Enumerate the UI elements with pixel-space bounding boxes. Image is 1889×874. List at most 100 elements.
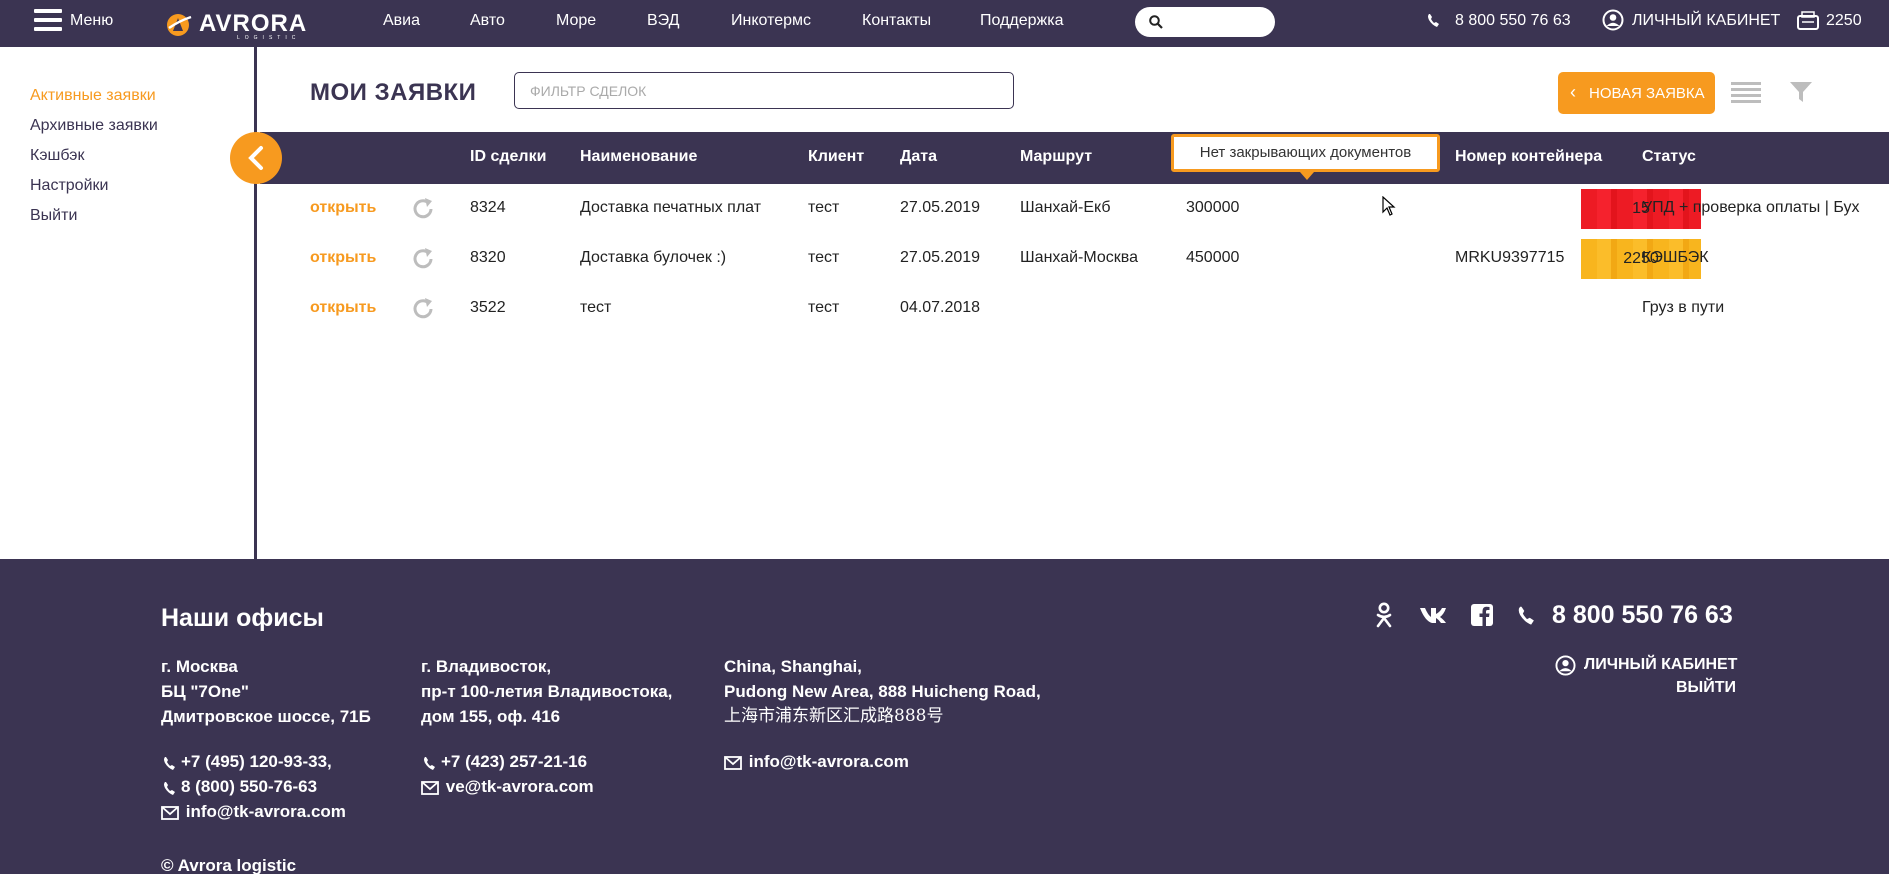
chevron-left-icon [248,146,263,170]
top-bar: Меню AVRORA LOGISTIC Авиа Авто Море ВЭД … [0,0,1889,47]
open-order-link[interactable]: открыть [310,199,376,217]
order-sum: 300000 [1186,199,1240,216]
refresh-icon[interactable] [410,196,436,222]
table-row: открыть 8320 Доставка булочек :) тест 27… [260,234,1889,284]
header-cashback-value[interactable]: 2250 [1826,12,1862,30]
user-icon [1602,9,1624,31]
column-header-id[interactable]: ID сделки [470,148,546,166]
open-order-link[interactable]: открыть [310,249,376,267]
nav-item-support[interactable]: Поддержка [980,12,1063,30]
order-client: тест [808,299,840,316]
office-email[interactable]: ve@tk-avrora.com [446,777,594,796]
phone-icon [424,756,435,770]
deal-filter-input[interactable] [514,72,1014,109]
order-status: УПД + проверка оплаты | Бух [1642,199,1860,216]
mouse-cursor-icon [1382,196,1396,216]
header-phone[interactable]: 8 800 550 76 63 [1455,12,1571,30]
odnoklassniki-icon[interactable] [1375,602,1393,628]
page-title: МОИ ЗАЯВКИ [310,79,477,106]
office-moscow: г. Москва БЦ "7One" Дмитровское шоссе, 7… [161,654,371,824]
office-email[interactable]: info@tk-avrora.com [749,752,909,771]
logo[interactable]: AVRORA LOGISTIC [165,9,325,41]
table-row: открыть 8324 Доставка печатных плат тест… [260,184,1889,234]
office-phone[interactable]: 8 (800) 550-76-63 [181,777,317,796]
vk-icon[interactable] [1419,606,1447,624]
footer-logout-link[interactable]: ВЫЙТИ [1676,679,1736,697]
order-route: Шанхай-Москва [1020,249,1139,266]
office-vladivostok: г. Владивосток, пр-т 100-летия Владивост… [421,654,672,799]
search-input[interactable] [1171,12,1267,32]
container-number: MRKU9397715 [1455,249,1565,266]
office-phone[interactable]: +7 (495) 120-93-33, [181,752,332,771]
new-order-button-label: НОВАЯ ЗАЯВКА [1589,85,1705,102]
office-address-line: БЦ "7One" [161,682,249,701]
order-date: 27.05.2019 [900,249,981,266]
sidebar-collapse-button[interactable] [230,132,282,184]
column-header-name[interactable]: Наименование [580,148,697,166]
office-email[interactable]: info@tk-avrora.com [186,802,346,821]
order-id: 8324 [470,199,506,216]
footer: Наши офисы г. Москва БЦ "7One" Дмитровск… [0,559,1889,874]
office-address-line: пр-т 100-летия Владивостока, [421,682,673,701]
column-header-route[interactable]: Маршрут [1020,148,1092,166]
table-header: ID сделки Наименование Клиент Дата Маршр… [260,132,1889,184]
nav-item-contacts[interactable]: Контакты [862,12,931,30]
office-phone[interactable]: +7 (423) 257-21-16 [441,752,587,771]
search-icon [1149,15,1163,29]
tooltip-arrow [1300,172,1314,180]
facebook-icon[interactable] [1471,604,1493,626]
order-name: Доставка булочек :) [580,249,727,266]
nav-item-avia[interactable]: Авиа [383,12,420,30]
hamburger-menu-icon[interactable] [34,9,62,33]
sidebar-item-active-orders[interactable]: Активные заявки [30,87,156,105]
nav-item-avto[interactable]: Авто [470,12,505,30]
refresh-icon[interactable] [410,246,436,272]
table-row: открыть 3522 тест тест 04.07.2018 Груз в… [260,284,1889,334]
nav-item-ved[interactable]: ВЭД [647,12,679,30]
office-shanghai: China, Shanghai, Pudong New Area, 888 Hu… [724,654,1041,774]
footer-phone[interactable]: 8 800 550 76 63 [1552,601,1733,630]
header-cabinet-link[interactable]: ЛИЧНЫЙ КАБИНЕТ [1632,12,1780,30]
logo-text: AVRORA [199,10,308,37]
user-icon [1555,655,1576,676]
filter-funnel-icon[interactable] [1789,80,1813,104]
office-address-line: Дмитровское шоссе, 71Б [161,707,371,726]
open-order-link[interactable]: открыть [310,299,376,317]
search-box[interactable] [1135,7,1275,37]
office-address-line: China, Shanghai, [724,657,862,676]
sidebar-item-logout[interactable]: Выйти [30,207,77,225]
phone-icon [164,781,175,795]
refresh-icon[interactable] [410,296,436,322]
order-name: тест [580,299,612,316]
sidebar-item-cashback[interactable]: Кэшбэк [30,147,84,165]
menu-label[interactable]: Меню [70,12,113,30]
order-client: тест [808,199,840,216]
order-id: 3522 [470,299,506,316]
phone-icon [1428,14,1439,27]
chevron-left-icon: ‹ [1570,82,1576,102]
mail-icon [161,805,179,820]
sidebar-item-archive-orders[interactable]: Архивные заявки [30,117,158,135]
sidebar: Активные заявки Архивные заявки Кэшбэк Н… [0,47,257,559]
column-header-client[interactable]: Клиент [808,148,864,166]
column-header-status[interactable]: Статус [1642,148,1696,166]
nav-item-incoterms[interactable]: Инкотермс [731,12,811,30]
order-status: КЭШБЭК [1642,249,1709,266]
list-view-icon[interactable] [1731,82,1761,104]
order-client: тест [808,249,840,266]
column-header-date[interactable]: Дата [900,148,937,166]
footer-cabinet-link[interactable]: ЛИЧНЫЙ КАБИНЕТ [1584,656,1737,674]
nav-item-more[interactable]: Море [556,12,596,30]
office-address-line: г. Владивосток, [421,657,552,676]
column-header-container[interactable]: Номер контейнера [1455,148,1602,166]
mail-icon [724,755,742,770]
order-status: Груз в пути [1642,299,1725,316]
order-name: Доставка печатных плат [580,199,762,216]
office-address-line: г. Москва [161,657,238,676]
order-id: 8320 [470,249,506,266]
copyright: © Avrora logistic [161,856,297,874]
sidebar-item-settings[interactable]: Настройки [30,177,108,195]
order-route: Шанхай-Екб [1020,199,1111,216]
office-address-line: Pudong New Area, 888 Huicheng Road, [724,682,1041,701]
new-order-button[interactable]: ‹ НОВАЯ ЗАЯВКА [1558,72,1715,114]
